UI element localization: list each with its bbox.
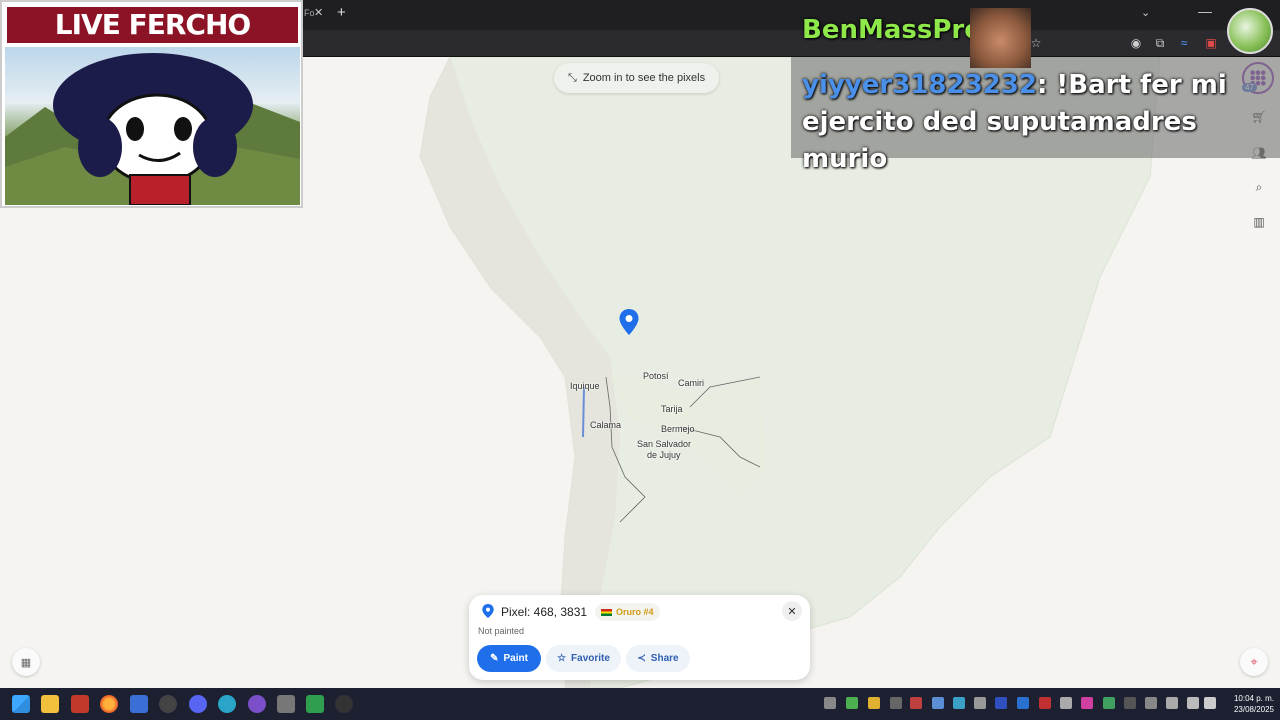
tray-icon[interactable] bbox=[1060, 697, 1072, 709]
clock-time: 10:04 p. m. bbox=[1233, 694, 1274, 703]
tray-icon[interactable] bbox=[1039, 697, 1051, 709]
taskbar-clock[interactable]: 10:04 p. m. 23/08/2025 bbox=[1220, 693, 1274, 715]
chat-emote-icon bbox=[970, 8, 1031, 68]
tray-icon[interactable] bbox=[1081, 697, 1093, 709]
wifi-icon[interactable] bbox=[1145, 697, 1157, 709]
city-label: de Jujuy bbox=[647, 450, 681, 460]
webcam-scene bbox=[5, 47, 300, 205]
discord-icon[interactable] bbox=[189, 695, 207, 713]
tab-list-chevron-icon[interactable]: ⌄ bbox=[1141, 6, 1150, 19]
window-icon[interactable] bbox=[277, 695, 295, 713]
extension-icon[interactable]: ≈ bbox=[1176, 35, 1192, 51]
share-button-label: Share bbox=[650, 653, 679, 664]
app-active-icon[interactable] bbox=[335, 695, 353, 713]
paint-button[interactable]: ✎ Paint bbox=[477, 645, 541, 672]
tray-icon[interactable] bbox=[824, 697, 836, 709]
tray-icon[interactable] bbox=[846, 697, 858, 709]
tray-icon[interactable] bbox=[910, 697, 922, 709]
user-avatar[interactable] bbox=[1227, 8, 1273, 54]
close-card-button[interactable]: ✕ bbox=[782, 601, 802, 621]
paint-status: Not painted bbox=[478, 626, 525, 636]
map-layers-button[interactable]: ▦ bbox=[12, 648, 40, 676]
tray-icon[interactable] bbox=[868, 697, 880, 709]
microphone-icon[interactable] bbox=[1166, 697, 1178, 709]
cartoon-avatar-icon bbox=[5, 53, 300, 205]
tab-close-icon[interactable]: ✕ bbox=[314, 6, 323, 19]
bluetooth-icon[interactable] bbox=[1017, 697, 1029, 709]
city-label: Bermejo bbox=[661, 424, 695, 434]
region-label: Oruro #4 bbox=[616, 607, 654, 617]
zoom-hint-pill[interactable]: ⤡ Zoom in to see the pixels bbox=[554, 63, 720, 93]
clock-date: 23/08/2025 bbox=[1233, 705, 1274, 714]
city-label: Tarija bbox=[661, 404, 683, 414]
favorite-button-label: Favorite bbox=[571, 653, 610, 664]
chat-message: yiyyer31823232: !Bart fer mi ejercito de… bbox=[802, 70, 1227, 174]
chat-top-username: BenMassPro bbox=[802, 15, 983, 45]
app-green-icon[interactable] bbox=[306, 695, 324, 713]
pencil-icon: ✎ bbox=[490, 653, 499, 664]
stream-banner: LIVE FERCHO REACTION bbox=[5, 5, 300, 77]
chat-top-line: BenMassPro: bbox=[802, 15, 992, 45]
region-badge[interactable]: Oruro #4 bbox=[595, 603, 660, 621]
tray-icon[interactable] bbox=[1124, 697, 1136, 709]
tab-title[interactable]: Fo bbox=[304, 8, 315, 18]
new-tab-button[interactable]: + bbox=[337, 4, 346, 21]
tray-icon[interactable] bbox=[953, 697, 965, 709]
tray-icon[interactable] bbox=[890, 697, 902, 709]
minimize-window-button[interactable]: — bbox=[1198, 3, 1212, 19]
stream-webcam-overlay: LIVE FERCHO REACTION bbox=[0, 0, 303, 208]
extension-red-icon[interactable]: ▣ bbox=[1203, 35, 1219, 51]
tray-icon[interactable] bbox=[995, 697, 1007, 709]
pixel-info-card: Pixel: 468, 3831 Oruro #4 Not painted ✕ … bbox=[469, 595, 810, 680]
city-label: Potosí bbox=[643, 371, 669, 381]
app-icon[interactable] bbox=[71, 695, 89, 713]
favorite-button[interactable]: ☆ Favorite bbox=[546, 645, 621, 672]
star-icon: ☆ bbox=[557, 653, 567, 664]
firefox-icon[interactable] bbox=[100, 695, 118, 713]
paint-button-label: Paint bbox=[503, 653, 528, 664]
display-icon[interactable] bbox=[1187, 697, 1199, 709]
location-pin-icon bbox=[482, 604, 494, 618]
app-purple-icon[interactable] bbox=[248, 695, 266, 713]
locate-me-button[interactable]: ⌖ bbox=[1240, 648, 1268, 676]
city-label: Camiri bbox=[678, 378, 704, 388]
zoom-icon: ⤡ bbox=[568, 71, 577, 84]
tray-icon[interactable] bbox=[1103, 697, 1115, 709]
zoom-hint-text: Zoom in to see the pixels bbox=[582, 72, 706, 84]
city-label: San Salvador bbox=[637, 439, 692, 449]
windows-start-icon[interactable] bbox=[12, 695, 30, 713]
chat-username: yiyyer31823232 bbox=[802, 70, 1037, 100]
tray-icon[interactable] bbox=[932, 697, 944, 709]
bolivia-flag-icon bbox=[601, 608, 612, 616]
leaderboard-icon[interactable]: ▥ bbox=[1248, 211, 1270, 233]
vegas-icon[interactable] bbox=[130, 695, 148, 713]
city-label: Iquique bbox=[570, 381, 600, 391]
search-map-icon[interactable]: ⌕ bbox=[1248, 176, 1270, 198]
city-label: Calama bbox=[590, 420, 622, 430]
pixel-coordinates: Pixel: 468, 3831 bbox=[501, 605, 588, 619]
share-icon: ≺ bbox=[637, 653, 646, 664]
browser-icon[interactable] bbox=[218, 695, 236, 713]
share-button[interactable]: ≺ Share bbox=[626, 645, 690, 672]
extensions-puzzle-icon[interactable]: ⧉ bbox=[1152, 35, 1168, 51]
map-pin-icon[interactable] bbox=[619, 309, 639, 335]
profile-icon[interactable]: ◉ bbox=[1128, 35, 1144, 51]
volume-icon[interactable] bbox=[1204, 697, 1216, 709]
obs-icon[interactable] bbox=[159, 695, 177, 713]
tray-icon[interactable] bbox=[974, 697, 986, 709]
file-explorer-icon[interactable] bbox=[41, 695, 59, 713]
